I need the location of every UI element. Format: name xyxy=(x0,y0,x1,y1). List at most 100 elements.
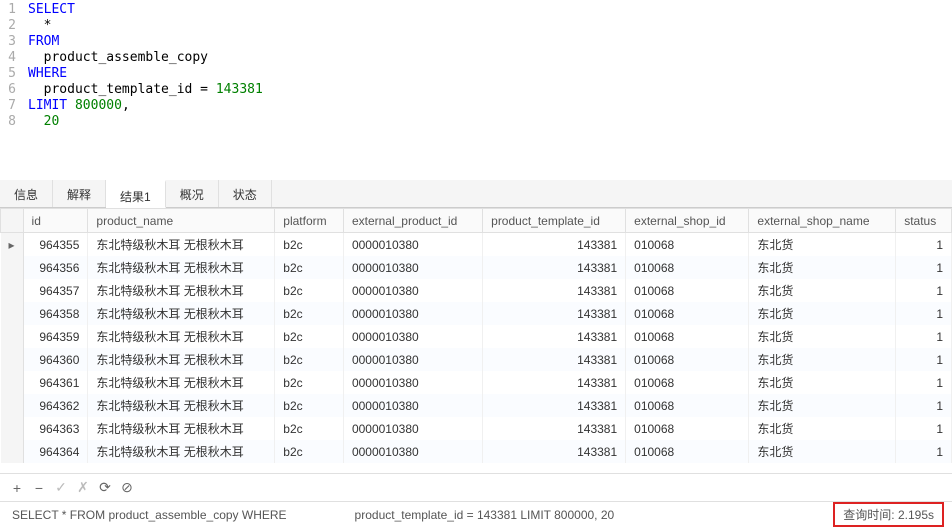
cell-external_product_id[interactable]: 0000010380 xyxy=(343,325,482,348)
table-row[interactable]: 964362东北特级秋木耳 无根秋木耳b2c000001038014338101… xyxy=(1,394,952,417)
cell-external_shop_id[interactable]: 010068 xyxy=(626,371,749,394)
cell-external_shop_name[interactable]: 东北货 xyxy=(749,233,896,257)
cell-external_shop_id[interactable]: 010068 xyxy=(626,394,749,417)
cell-status[interactable]: 1 xyxy=(896,256,952,279)
cell-id[interactable]: 964359 xyxy=(23,325,88,348)
cell-external_shop_id[interactable]: 010068 xyxy=(626,325,749,348)
cell-product_name[interactable]: 东北特级秋木耳 无根秋木耳 xyxy=(88,279,275,302)
cell-external_shop_id[interactable]: 010068 xyxy=(626,302,749,325)
cell-product_template_id[interactable]: 143381 xyxy=(483,394,626,417)
col-external_shop_id[interactable]: external_shop_id xyxy=(626,209,749,233)
cell-product_name[interactable]: 东北特级秋木耳 无根秋木耳 xyxy=(88,371,275,394)
cell-external_product_id[interactable]: 0000010380 xyxy=(343,256,482,279)
col-id[interactable]: id xyxy=(23,209,88,233)
cell-id[interactable]: 964364 xyxy=(23,440,88,463)
cell-platform[interactable]: b2c xyxy=(275,279,344,302)
col-external_product_id[interactable]: external_product_id xyxy=(343,209,482,233)
cell-external_shop_id[interactable]: 010068 xyxy=(626,233,749,257)
cell-id[interactable]: 964363 xyxy=(23,417,88,440)
add-row-button[interactable]: + xyxy=(8,479,26,497)
cell-product_template_id[interactable]: 143381 xyxy=(483,233,626,257)
cell-product_name[interactable]: 东北特级秋木耳 无根秋木耳 xyxy=(88,233,275,257)
cell-platform[interactable]: b2c xyxy=(275,394,344,417)
cell-product_template_id[interactable]: 143381 xyxy=(483,256,626,279)
cell-id[interactable]: 964358 xyxy=(23,302,88,325)
table-row[interactable]: ▸964355东北特级秋木耳 无根秋木耳b2c00000103801433810… xyxy=(1,233,952,257)
cell-id[interactable]: 964355 xyxy=(23,233,88,257)
cell-external_shop_name[interactable]: 东北货 xyxy=(749,440,896,463)
col-platform[interactable]: platform xyxy=(275,209,344,233)
cell-platform[interactable]: b2c xyxy=(275,256,344,279)
cell-external_product_id[interactable]: 0000010380 xyxy=(343,233,482,257)
cell-external_shop_name[interactable]: 东北货 xyxy=(749,256,896,279)
cell-product_template_id[interactable]: 143381 xyxy=(483,348,626,371)
table-row[interactable]: 964360东北特级秋木耳 无根秋木耳b2c000001038014338101… xyxy=(1,348,952,371)
col-external_shop_name[interactable]: external_shop_name xyxy=(749,209,896,233)
cell-external_shop_name[interactable]: 东北货 xyxy=(749,348,896,371)
cell-status[interactable]: 1 xyxy=(896,348,952,371)
remove-row-button[interactable]: − xyxy=(30,479,48,497)
cell-product_template_id[interactable]: 143381 xyxy=(483,417,626,440)
cell-id[interactable]: 964362 xyxy=(23,394,88,417)
cell-external_product_id[interactable]: 0000010380 xyxy=(343,279,482,302)
cell-status[interactable]: 1 xyxy=(896,302,952,325)
cell-product_template_id[interactable]: 143381 xyxy=(483,325,626,348)
table-row[interactable]: 964363东北特级秋木耳 无根秋木耳b2c000001038014338101… xyxy=(1,417,952,440)
cell-status[interactable]: 1 xyxy=(896,325,952,348)
cell-external_shop_id[interactable]: 010068 xyxy=(626,440,749,463)
cell-product_template_id[interactable]: 143381 xyxy=(483,371,626,394)
table-row[interactable]: 964359东北特级秋木耳 无根秋木耳b2c000001038014338101… xyxy=(1,325,952,348)
cell-external_shop_name[interactable]: 东北货 xyxy=(749,371,896,394)
cell-id[interactable]: 964357 xyxy=(23,279,88,302)
cell-platform[interactable]: b2c xyxy=(275,417,344,440)
cell-platform[interactable]: b2c xyxy=(275,348,344,371)
table-row[interactable]: 964364东北特级秋木耳 无根秋木耳b2c000001038014338101… xyxy=(1,440,952,463)
cell-id[interactable]: 964360 xyxy=(23,348,88,371)
cell-external_shop_id[interactable]: 010068 xyxy=(626,256,749,279)
table-row[interactable]: 964361东北特级秋木耳 无根秋木耳b2c000001038014338101… xyxy=(1,371,952,394)
tab-4[interactable]: 状态 xyxy=(219,180,272,207)
tab-1[interactable]: 解释 xyxy=(53,180,106,207)
cell-product_name[interactable]: 东北特级秋木耳 无根秋木耳 xyxy=(88,417,275,440)
cell-external_shop_id[interactable]: 010068 xyxy=(626,417,749,440)
cell-product_template_id[interactable]: 143381 xyxy=(483,440,626,463)
cell-external_shop_name[interactable]: 东北货 xyxy=(749,394,896,417)
cell-status[interactable]: 1 xyxy=(896,279,952,302)
cell-product_name[interactable]: 东北特级秋木耳 无根秋木耳 xyxy=(88,394,275,417)
cell-status[interactable]: 1 xyxy=(896,440,952,463)
cell-status[interactable]: 1 xyxy=(896,371,952,394)
cell-product_name[interactable]: 东北特级秋木耳 无根秋木耳 xyxy=(88,348,275,371)
table-row[interactable]: 964357东北特级秋木耳 无根秋木耳b2c000001038014338101… xyxy=(1,279,952,302)
tab-2[interactable]: 结果1 xyxy=(106,180,166,208)
cell-id[interactable]: 964361 xyxy=(23,371,88,394)
cell-status[interactable]: 1 xyxy=(896,394,952,417)
cell-external_shop_name[interactable]: 东北货 xyxy=(749,302,896,325)
col-status[interactable]: status xyxy=(896,209,952,233)
cell-id[interactable]: 964356 xyxy=(23,256,88,279)
cell-platform[interactable]: b2c xyxy=(275,440,344,463)
cell-product_name[interactable]: 东北特级秋木耳 无根秋木耳 xyxy=(88,440,275,463)
cell-product_template_id[interactable]: 143381 xyxy=(483,279,626,302)
cell-platform[interactable]: b2c xyxy=(275,233,344,257)
cell-external_product_id[interactable]: 0000010380 xyxy=(343,417,482,440)
tab-0[interactable]: 信息 xyxy=(0,180,53,207)
confirm-button[interactable]: ✓ xyxy=(52,479,70,497)
cell-external_shop_id[interactable]: 010068 xyxy=(626,348,749,371)
cell-external_shop_id[interactable]: 010068 xyxy=(626,279,749,302)
cancel-button[interactable]: ✗ xyxy=(74,479,92,497)
cell-external_product_id[interactable]: 0000010380 xyxy=(343,302,482,325)
cell-product_name[interactable]: 东北特级秋木耳 无根秋木耳 xyxy=(88,302,275,325)
col-product_name[interactable]: product_name xyxy=(88,209,275,233)
table-row[interactable]: 964358东北特级秋木耳 无根秋木耳b2c000001038014338101… xyxy=(1,302,952,325)
cell-external_product_id[interactable]: 0000010380 xyxy=(343,394,482,417)
cell-status[interactable]: 1 xyxy=(896,233,952,257)
col-product_template_id[interactable]: product_template_id xyxy=(483,209,626,233)
cell-external_product_id[interactable]: 0000010380 xyxy=(343,440,482,463)
cell-external_shop_name[interactable]: 东北货 xyxy=(749,325,896,348)
cell-platform[interactable]: b2c xyxy=(275,325,344,348)
cell-external_product_id[interactable]: 0000010380 xyxy=(343,371,482,394)
cell-external_shop_name[interactable]: 东北货 xyxy=(749,417,896,440)
cell-platform[interactable]: b2c xyxy=(275,371,344,394)
tab-3[interactable]: 概况 xyxy=(166,180,219,207)
cell-status[interactable]: 1 xyxy=(896,417,952,440)
